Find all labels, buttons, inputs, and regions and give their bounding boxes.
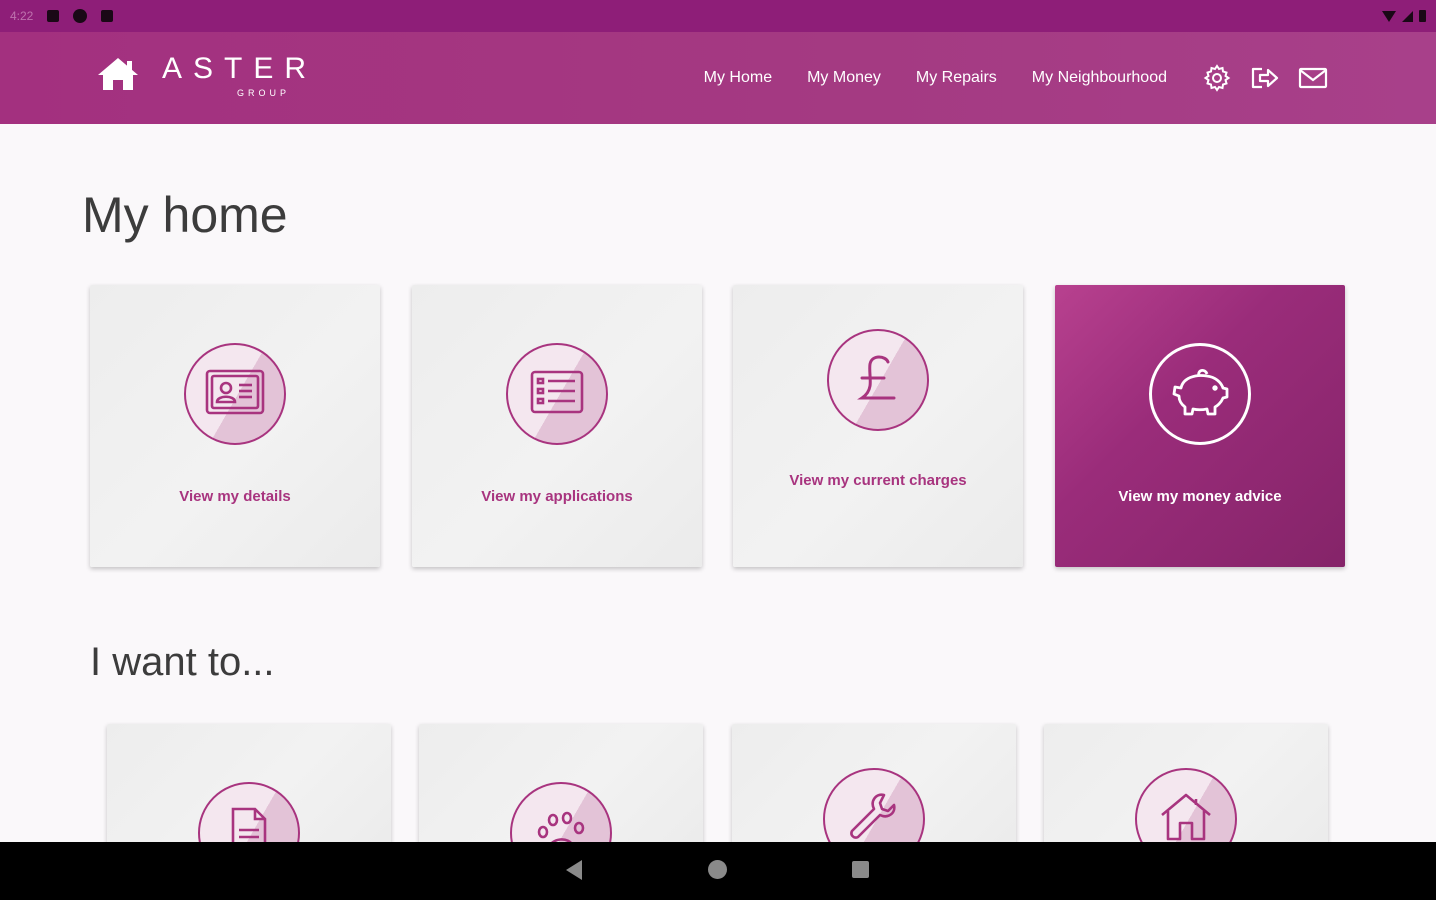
wrench-icon xyxy=(846,789,902,843)
id-card-icon xyxy=(204,368,266,421)
wifi-icon xyxy=(1382,10,1396,22)
main-nav: My Home My Money My Repairs My Neighbour… xyxy=(704,32,1436,124)
card-label: View my applications xyxy=(481,488,633,505)
mail-icon[interactable] xyxy=(1298,63,1328,93)
brand-sub: GROUP xyxy=(237,88,291,98)
piggy-bank-icon xyxy=(1169,366,1231,423)
card-view-my-money-advice[interactable]: View my money advice xyxy=(1055,285,1345,567)
brand-logo[interactable]: ASTER GROUP xyxy=(96,54,317,98)
card-icon-circle xyxy=(827,329,929,431)
nav-my-money[interactable]: My Money xyxy=(807,69,881,87)
nav-my-repairs[interactable]: My Repairs xyxy=(916,69,997,87)
settings-gear-icon[interactable] xyxy=(1202,63,1232,93)
nav-my-home[interactable]: My Home xyxy=(704,69,772,87)
battery-icon xyxy=(1419,10,1426,22)
section-title: I want to... xyxy=(90,640,275,684)
pound-icon xyxy=(856,352,900,409)
back-icon[interactable] xyxy=(566,860,582,880)
card-icon-circle xyxy=(823,768,925,842)
card-view-my-details[interactable]: View my details xyxy=(90,285,380,567)
card-icon-circle xyxy=(184,343,286,445)
card-view-my-applications[interactable]: View my applications xyxy=(412,285,702,567)
card-view-my-current-charges[interactable]: View my current charges xyxy=(733,285,1023,567)
paw-icon xyxy=(533,808,589,842)
page-title: My home xyxy=(82,187,288,243)
main-content: My home View my details View my applicat… xyxy=(0,124,1436,842)
status-bar: 4:22 xyxy=(0,0,1436,32)
card-icon-circle xyxy=(1135,768,1237,842)
app-header: ASTER GROUP My Home My Money My Repairs … xyxy=(0,32,1436,124)
card-label: View my current charges xyxy=(789,472,967,489)
logout-icon[interactable] xyxy=(1250,63,1280,93)
list-icon xyxy=(529,369,585,420)
want-card-home[interactable] xyxy=(1044,724,1328,842)
status-time: 4:22 xyxy=(10,9,34,23)
card-icon-circle xyxy=(1149,343,1251,445)
nav-my-neighbourhood[interactable]: My Neighbourhood xyxy=(1032,69,1167,87)
card-label: View my money advice xyxy=(1118,488,1282,505)
signal-icon xyxy=(1402,10,1413,22)
house-icon xyxy=(96,56,140,97)
sd-card-icon xyxy=(101,10,114,22)
recent-apps-icon[interactable] xyxy=(852,861,869,878)
card-label: View my details xyxy=(179,488,291,505)
system-nav-bar xyxy=(0,842,1436,900)
document-icon xyxy=(229,806,269,842)
house-outline-icon xyxy=(1158,791,1214,843)
notification-icon xyxy=(47,10,60,22)
home-button-icon[interactable] xyxy=(708,860,727,879)
want-card-pets[interactable] xyxy=(419,724,703,842)
sync-icon xyxy=(73,9,88,23)
want-card-repairs[interactable] xyxy=(732,724,1016,842)
card-icon-circle xyxy=(198,782,300,842)
brand-name: ASTER xyxy=(162,52,318,85)
card-icon-circle xyxy=(506,343,608,445)
want-card-forms[interactable] xyxy=(107,724,391,842)
card-icon-circle xyxy=(510,782,612,842)
